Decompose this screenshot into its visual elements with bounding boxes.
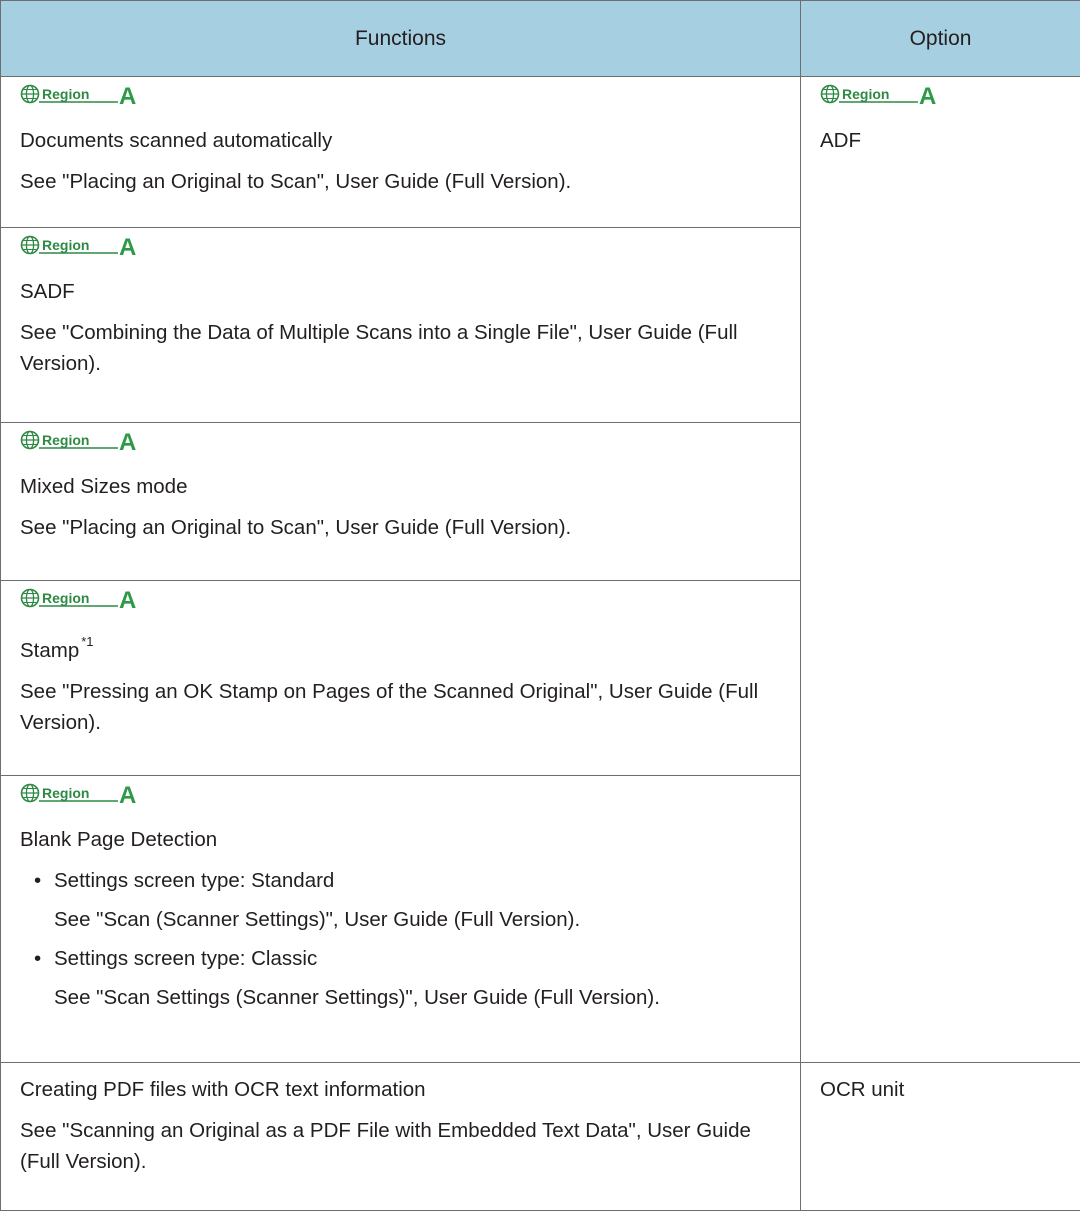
bullet-reference: See "Scan (Scanner Settings)", User Guid… bbox=[54, 904, 788, 935]
region-badge-letter: A bbox=[119, 83, 136, 105]
bullet-reference: See "Scan Settings (Scanner Settings)", … bbox=[54, 982, 788, 1013]
bullet-icon: • bbox=[34, 943, 41, 974]
option-cell-adf: Region A ADF bbox=[801, 77, 1080, 1063]
region-badge-label: Region bbox=[42, 237, 89, 253]
list-item: • Settings screen type: Classic See "Sca… bbox=[20, 943, 788, 1013]
option-name: OCR unit bbox=[820, 1074, 1068, 1105]
region-a-badge: Region A bbox=[20, 776, 788, 814]
region-a-badge: Region A bbox=[820, 77, 1068, 115]
functions-cell: Region A Stamp*1 See "Pressing an OK Sta… bbox=[1, 581, 801, 776]
function-reference: See "Placing an Original to Scan", User … bbox=[20, 512, 788, 543]
bullet-icon: • bbox=[34, 865, 41, 896]
region-badge-label: Region bbox=[42, 590, 89, 606]
functions-cell: Region A Blank Page Detection • Settings… bbox=[1, 776, 801, 1063]
region-badge-label: Region bbox=[42, 86, 89, 102]
functions-option-table: Functions Option Region A Documents scan… bbox=[0, 0, 1080, 1211]
function-title: Blank Page Detection bbox=[20, 824, 788, 855]
region-badge-letter: A bbox=[119, 234, 136, 256]
function-title: Creating PDF files with OCR text informa… bbox=[20, 1074, 788, 1105]
function-title: Stamp*1 bbox=[20, 629, 788, 666]
header-option: Option bbox=[801, 1, 1080, 77]
header-functions: Functions bbox=[1, 1, 801, 77]
option-name: ADF bbox=[820, 125, 1068, 156]
bullet-text: Settings screen type: Classic bbox=[54, 943, 788, 974]
function-title: Documents scanned automatically bbox=[20, 125, 788, 156]
footnote-marker: *1 bbox=[81, 634, 93, 649]
table-row: Region A Documents scanned automatically… bbox=[1, 77, 1080, 228]
function-title-text: Stamp bbox=[20, 639, 79, 662]
functions-cell: Creating PDF files with OCR text informa… bbox=[1, 1063, 801, 1211]
region-a-badge: Region A bbox=[20, 228, 788, 266]
region-badge-label: Region bbox=[42, 432, 89, 448]
region-a-badge: Region A bbox=[20, 423, 788, 461]
region-badge-letter: A bbox=[119, 782, 136, 804]
functions-cell: Region A SADF See "Combining the Data of… bbox=[1, 228, 801, 423]
function-reference: See "Scanning an Original as a PDF File … bbox=[20, 1115, 788, 1177]
function-reference: See "Placing an Original to Scan", User … bbox=[20, 166, 788, 197]
functions-cell: Region A Mixed Sizes mode See "Placing a… bbox=[1, 423, 801, 581]
header-row: Functions Option bbox=[1, 1, 1080, 77]
function-reference: See "Combining the Data of Multiple Scan… bbox=[20, 317, 788, 379]
bullet-text: Settings screen type: Standard bbox=[54, 865, 788, 896]
table-row: Creating PDF files with OCR text informa… bbox=[1, 1063, 1080, 1211]
functions-cell: Region A Documents scanned automatically… bbox=[1, 77, 801, 228]
region-a-badge: Region A bbox=[20, 77, 788, 115]
option-cell-ocr: OCR unit bbox=[801, 1063, 1080, 1211]
function-title: SADF bbox=[20, 276, 788, 307]
region-badge-letter: A bbox=[919, 83, 936, 105]
region-badge-label: Region bbox=[42, 785, 89, 801]
region-a-badge: Region A bbox=[20, 581, 788, 619]
region-badge-letter: A bbox=[119, 587, 136, 609]
list-item: • Settings screen type: Standard See "Sc… bbox=[20, 865, 788, 935]
function-title: Mixed Sizes mode bbox=[20, 471, 788, 502]
region-badge-label: Region bbox=[842, 86, 889, 102]
bullet-list: • Settings screen type: Standard See "Sc… bbox=[20, 865, 788, 1013]
region-badge-letter: A bbox=[119, 429, 136, 451]
function-reference: See "Pressing an OK Stamp on Pages of th… bbox=[20, 676, 788, 738]
